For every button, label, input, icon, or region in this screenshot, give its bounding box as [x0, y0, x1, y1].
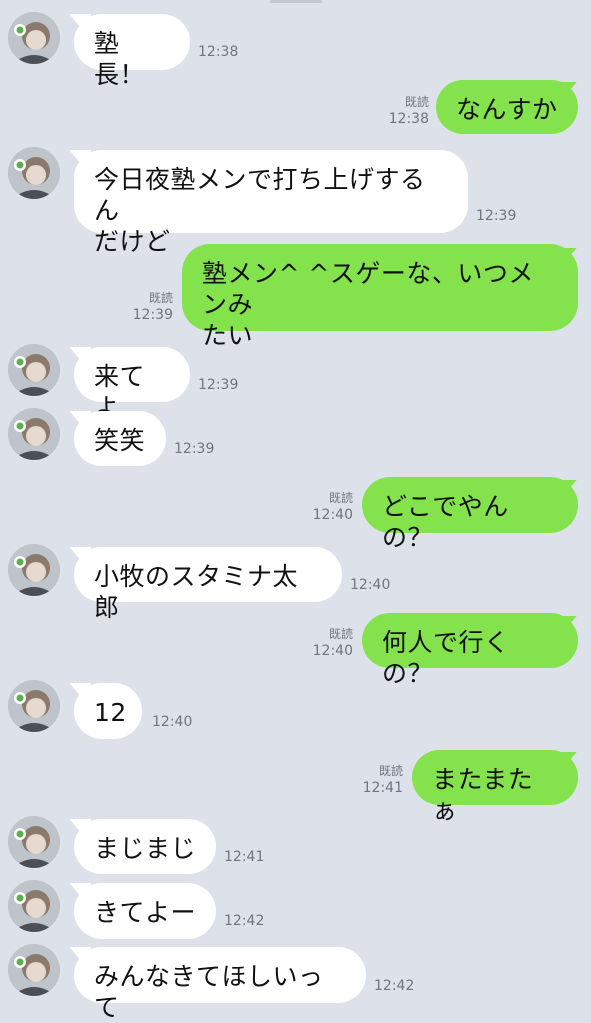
message-bubble[interactable]: どこでやんの？: [362, 477, 578, 552]
message-bubble[interactable]: 今日夜塾メンで打ち上げするん だけど: [74, 150, 468, 256]
message-meta: 既読 12:39: [133, 290, 173, 324]
message-bubble[interactable]: 小牧のスタミナ太郎: [74, 547, 342, 622]
read-receipt: 既読: [378, 764, 403, 778]
message-time: 12:39: [132, 307, 173, 323]
message-bubble[interactable]: 塾メン^ ^スゲーな、いつメンみ たい: [182, 244, 578, 350]
avatar[interactable]: [8, 544, 60, 596]
avatar[interactable]: [8, 680, 60, 732]
message-time: 12:41: [224, 849, 265, 865]
message-time: 12:40: [350, 577, 391, 593]
message-meta: 既読 12:40: [313, 626, 353, 660]
avatar[interactable]: [8, 408, 60, 460]
message-time: 12:40: [152, 714, 193, 730]
message-time: 12:38: [198, 44, 239, 60]
read-receipt: 既読: [404, 95, 429, 109]
message-bubble[interactable]: まじまじ: [74, 819, 216, 874]
message-time: 12:39: [174, 441, 215, 457]
message-bubble[interactable]: 塾長！: [74, 14, 190, 89]
message-bubble[interactable]: 12: [74, 683, 142, 739]
message-bubble[interactable]: 笑笑: [74, 411, 166, 466]
message-time: 12:42: [224, 913, 265, 929]
message-meta: 既読 12:38: [389, 94, 429, 128]
message-bubble[interactable]: またまたぁ: [412, 750, 578, 825]
message-time: 12:38: [388, 111, 429, 127]
avatar[interactable]: [8, 944, 60, 996]
message-time: 12:40: [312, 643, 353, 659]
avatar[interactable]: [8, 147, 60, 199]
read-receipt: 既読: [328, 627, 353, 641]
avatar[interactable]: [8, 816, 60, 868]
message-time: 12:40: [312, 507, 353, 523]
message-bubble[interactable]: きてよー: [74, 883, 216, 939]
message-bubble[interactable]: 来てよ: [74, 347, 190, 422]
message-time: 12:39: [476, 208, 517, 224]
message-bubble[interactable]: なんすか: [436, 80, 578, 134]
message-bubble[interactable]: 何人で行くの？: [362, 613, 578, 688]
avatar[interactable]: [8, 880, 60, 932]
read-receipt: 既読: [148, 291, 173, 305]
message-meta: 既読 12:41: [363, 763, 403, 797]
message-time: 12:39: [198, 377, 239, 393]
avatar[interactable]: [8, 344, 60, 396]
message-bubble[interactable]: みんなきてほしいって: [74, 947, 366, 1022]
read-receipt: 既読: [328, 491, 353, 505]
message-meta: 既読 12:40: [313, 490, 353, 524]
avatar[interactable]: [8, 12, 60, 64]
message-time: 12:42: [374, 978, 415, 994]
message-time: 12:41: [362, 780, 403, 796]
scroll-indicator: [270, 0, 322, 3]
